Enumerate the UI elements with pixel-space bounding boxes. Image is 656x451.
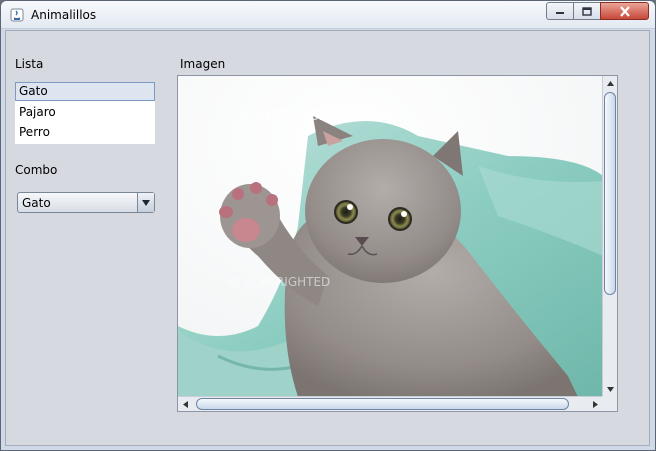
image-scroll-pane[interactable]: © COPYRIGHTED © COPYRIGHTED bbox=[177, 75, 618, 412]
combo-dropdown-button[interactable] bbox=[137, 193, 154, 212]
minimize-icon bbox=[556, 12, 564, 14]
horizontal-scrollbar[interactable] bbox=[178, 396, 603, 411]
list-item-pajaro[interactable]: Pajaro bbox=[15, 103, 155, 122]
watermark-bottom: © COPYRIGHTED bbox=[228, 275, 330, 289]
window-title: Animalillos bbox=[31, 8, 97, 22]
arrow-up-icon bbox=[607, 81, 614, 86]
combo-value: Gato bbox=[22, 196, 51, 210]
maximize-button[interactable] bbox=[573, 2, 601, 20]
scroll-corner bbox=[602, 396, 617, 411]
vertical-scrollbar[interactable] bbox=[602, 76, 617, 397]
close-icon bbox=[619, 5, 630, 17]
animal-combo[interactable]: Gato bbox=[17, 192, 155, 213]
minimize-button[interactable] bbox=[546, 2, 574, 20]
title-bar[interactable]: Animalillos bbox=[1, 1, 655, 29]
scroll-up-button[interactable] bbox=[603, 76, 617, 91]
horizontal-scroll-thumb[interactable] bbox=[196, 398, 569, 410]
animal-list[interactable]: Gato Pajaro Perro bbox=[15, 82, 155, 144]
list-item-gato[interactable]: Gato bbox=[15, 82, 155, 101]
imagen-label: Imagen bbox=[180, 57, 226, 71]
main-window: Animalillos Lista Gato Pajaro Perro Comb… bbox=[0, 0, 656, 451]
arrow-left-icon bbox=[183, 401, 188, 408]
combo-label: Combo bbox=[15, 163, 58, 177]
scroll-left-button[interactable] bbox=[178, 397, 193, 411]
dropdown-arrow-icon bbox=[142, 199, 150, 206]
close-button[interactable] bbox=[600, 2, 649, 20]
scroll-down-button[interactable] bbox=[603, 382, 617, 397]
scroll-right-button[interactable] bbox=[588, 397, 603, 411]
vertical-scroll-thumb[interactable] bbox=[604, 92, 616, 295]
java-app-icon bbox=[10, 8, 24, 22]
maximize-icon bbox=[582, 6, 592, 16]
lista-label: Lista bbox=[15, 57, 44, 71]
arrow-right-icon bbox=[593, 401, 598, 408]
kitten-image: © COPYRIGHTED © COPYRIGHTED bbox=[178, 76, 603, 397]
list-item-perro[interactable]: Perro bbox=[15, 123, 155, 142]
arrow-down-icon bbox=[607, 387, 614, 392]
watermark-top: © COPYRIGHTED bbox=[238, 108, 357, 124]
